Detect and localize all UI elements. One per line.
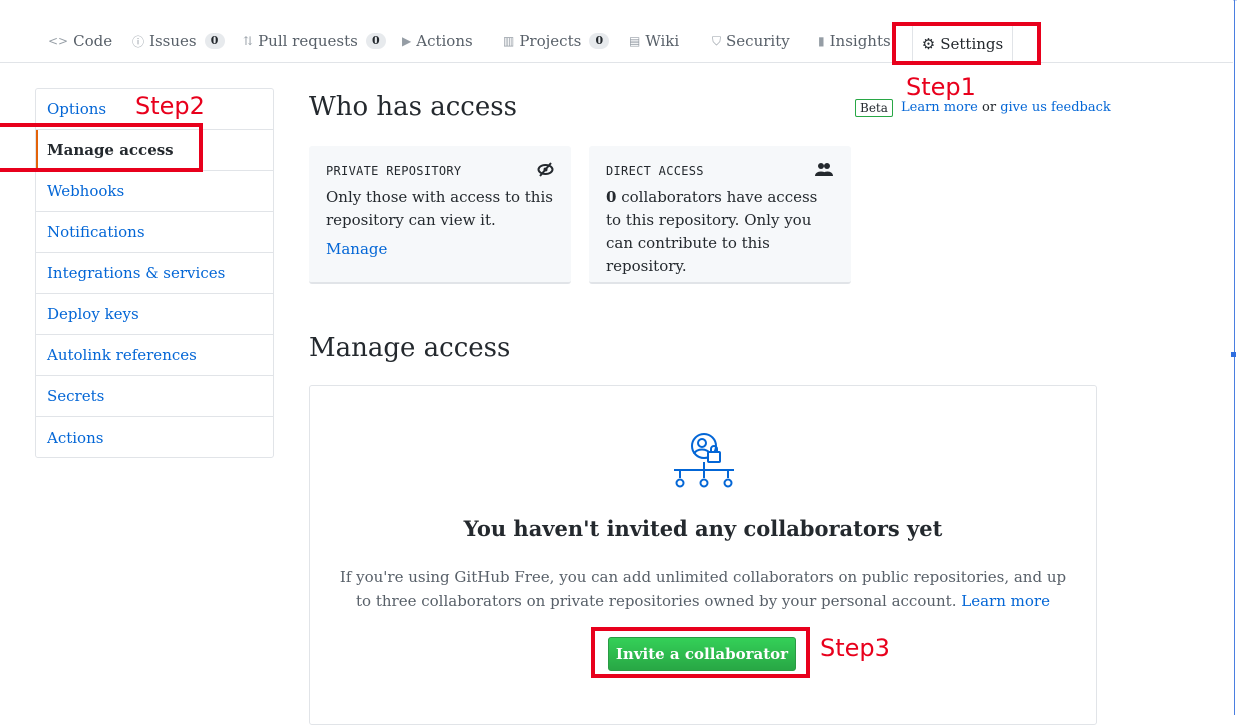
frame-right-edge: [1234, 0, 1235, 715]
shield-icon: ⛉: [712, 33, 722, 48]
blank-text-body: If you're using GitHub Free, you can add…: [339, 568, 1067, 610]
card-title: DIRECT ACCESS: [606, 164, 704, 178]
tab-label: Code: [73, 32, 113, 50]
repo-tab-bar: <> Code ⓘ Issues 0 ⇅ Pull requests 0 ▶ A…: [0, 0, 1233, 63]
eye-closed-icon: [537, 162, 554, 181]
beta-badge: Beta: [855, 99, 893, 117]
learn-more-link[interactable]: Learn more: [901, 100, 978, 115]
graph-icon: ▮: [818, 34, 825, 48]
tab-label: Projects: [519, 32, 582, 50]
sidebar-item-autolink-references[interactable]: Autolink references: [36, 335, 273, 376]
collaborators-lock-icon: [674, 432, 734, 490]
issue-icon: ⓘ: [132, 34, 145, 49]
tab-counter: 0: [204, 33, 225, 49]
tab-counter: 0: [589, 33, 610, 49]
card-body: 0 collaborators have access to this repo…: [606, 186, 834, 278]
step2-label: Step2: [135, 92, 205, 120]
manage-link[interactable]: Manage: [326, 240, 554, 258]
card-title: PRIVATE REPOSITORY: [326, 164, 462, 178]
or-text: or: [982, 100, 997, 115]
sidebar-item-notifications[interactable]: Notifications: [36, 212, 273, 253]
tab-issues[interactable]: ⓘ Issues 0: [132, 32, 225, 50]
step2-highlight-box: [0, 123, 203, 172]
tab-label: Issues: [149, 32, 197, 50]
direct-access-card: DIRECT ACCESS 0 collaborators have acces…: [589, 146, 851, 284]
tab-label: Security: [726, 32, 790, 50]
tab-actions[interactable]: ▶ Actions: [402, 32, 473, 50]
tab-label: Wiki: [645, 32, 680, 50]
sidebar-item-secrets[interactable]: Secrets: [36, 376, 273, 417]
no-collaborators-title: You haven't invited any collaborators ye…: [463, 516, 943, 541]
tab-projects[interactable]: ▥ Projects 0: [503, 32, 610, 50]
tab-label: Actions: [416, 32, 473, 50]
card-body: Only those with access to this repositor…: [326, 188, 553, 229]
tab-wiki[interactable]: ▤ Wiki: [629, 32, 679, 50]
frame-handle-right: [1231, 352, 1236, 357]
step1-label: Step1: [906, 73, 976, 101]
tab-label: Insights: [829, 32, 891, 50]
tab-label: Pull requests: [258, 32, 358, 50]
learn-more-link[interactable]: Learn more: [961, 592, 1050, 610]
project-icon: ▥: [503, 34, 515, 48]
people-icon: [815, 162, 833, 180]
card-body-text: collaborators have access to this reposi…: [606, 188, 818, 275]
beta-feedback-line: Learn more or give us feedback: [901, 100, 1111, 115]
who-has-access-heading: Who has access: [309, 92, 517, 122]
tab-code[interactable]: <> Code: [48, 32, 112, 50]
step1-highlight-box: [892, 22, 1041, 65]
play-icon: ▶: [402, 34, 412, 48]
sidebar-item-integrations[interactable]: Integrations & services: [36, 253, 273, 294]
give-feedback-link[interactable]: give us feedback: [1000, 100, 1111, 115]
step3-label: Step3: [820, 634, 890, 662]
tab-pull-requests[interactable]: ⇅ Pull requests 0: [243, 32, 386, 50]
collaborator-count: 0: [606, 188, 617, 206]
sidebar-item-deploy-keys[interactable]: Deploy keys: [36, 294, 273, 335]
step3-highlight-box: [591, 627, 810, 678]
tab-security[interactable]: ⛉ Security: [712, 32, 790, 50]
no-collaborators-text: If you're using GitHub Free, you can add…: [330, 565, 1076, 613]
private-repository-card: PRIVATE REPOSITORY Only those with acces…: [309, 146, 571, 284]
manage-access-heading: Manage access: [309, 333, 511, 363]
sidebar-item-actions[interactable]: Actions: [36, 417, 273, 458]
tab-counter: 0: [365, 33, 386, 49]
tab-insights[interactable]: ▮ Insights: [818, 32, 891, 50]
pull-request-icon: ⇅: [243, 34, 254, 48]
sidebar-item-webhooks[interactable]: Webhooks: [36, 171, 273, 212]
code-icon: <>: [48, 34, 69, 48]
book-icon: ▤: [629, 34, 641, 48]
